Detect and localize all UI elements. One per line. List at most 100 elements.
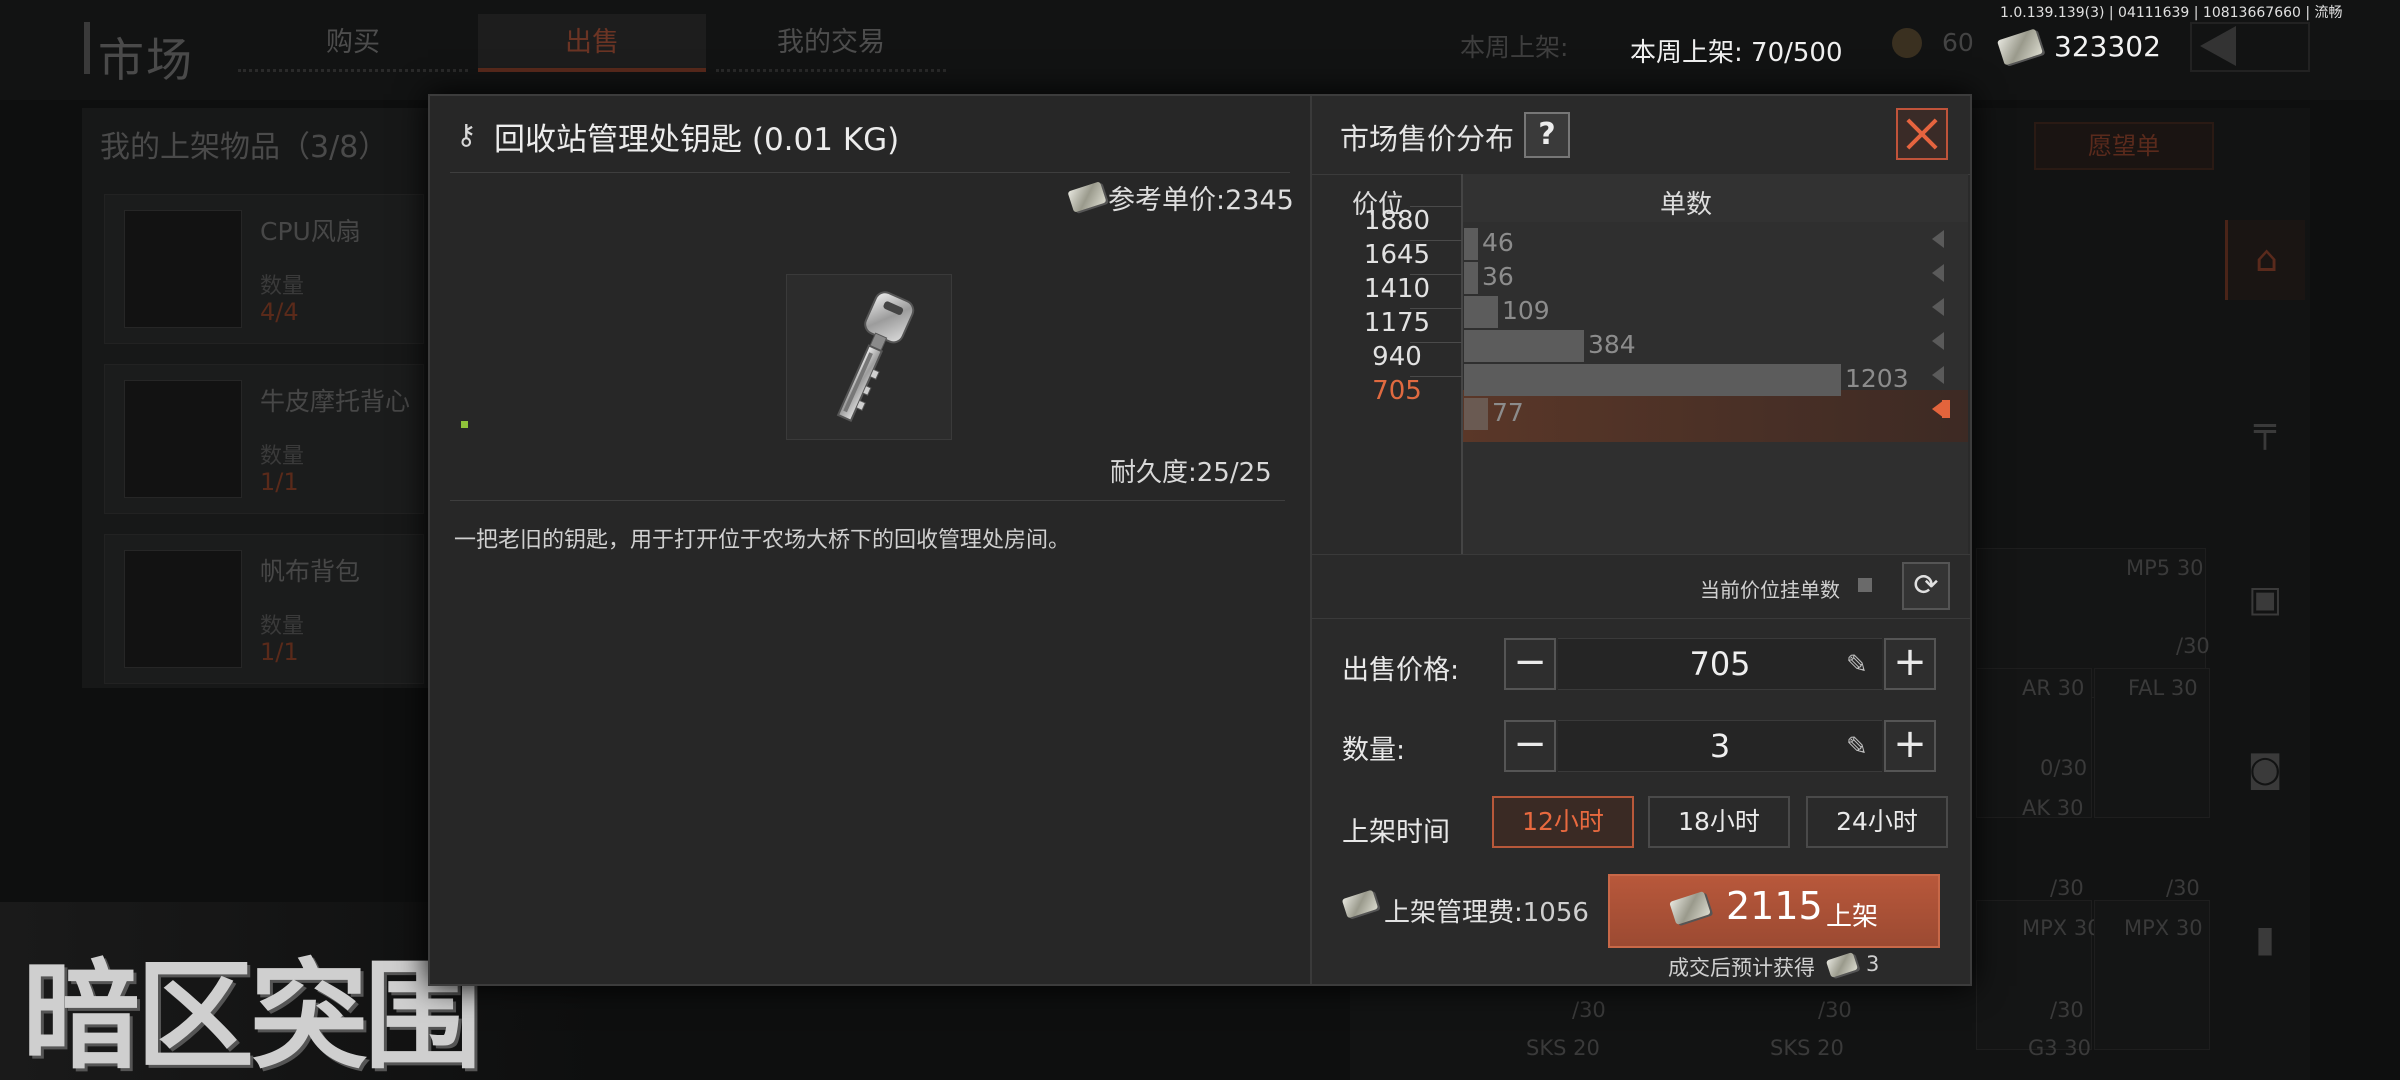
home-icon[interactable]: ⌂ [2225,220,2305,300]
refresh-button[interactable]: ⟳ [1902,562,1950,610]
inventory-cell-label: AR 30 [2022,676,2085,700]
inventory-cell-count: /30 [1818,998,1852,1022]
inventory-cell-count: /30 [2166,876,2200,900]
price-level-label: 1645 [1363,240,1431,270]
count-bar[interactable] [1464,398,1488,430]
rifle-icon[interactable]: ╤ [2225,390,2305,470]
tab-buy[interactable]: 购买 [238,14,468,72]
sell-section-line [1312,618,1970,619]
duration-18h-button[interactable]: 18小时 [1648,796,1790,848]
key-icon [836,291,915,422]
listing-qty-label: 数量 [260,614,305,639]
version-info: 1.0.139.139(3) | 04111639 | 10813667660 … [2000,5,2343,21]
current-price-count-label: 当前价位挂单数 [1700,578,1840,602]
durability-label: 耐久度: [1110,458,1197,488]
money-balance: 323302 [2054,30,2161,63]
tab-sell[interactable]: 出售 [478,14,706,72]
listing-fee: 上架管理费:1056 [1384,892,1589,929]
count-bar[interactable] [1464,262,1478,294]
list-button-label: 上架 [1826,902,1879,932]
coin-count: 60 [1942,28,1974,57]
expected-earnings-label: 成交后预计获得 [1668,956,1815,980]
inventory-cell-label: G3 30 [2028,1036,2092,1060]
expected-earnings-value: 3 [1866,952,1880,976]
minus-icon: − [1513,639,1547,685]
price-distribution-title: 市场售价分布 [1340,122,1515,156]
weekly-listing-label: 本周上架: [1630,38,1743,68]
weekly-listing-bg: 本周上架: [1460,33,1569,62]
item-thumbnail [124,380,242,498]
item-image [786,274,952,440]
durability: 耐久度:25/25 [1110,452,1272,489]
chart-axis [1461,174,1463,554]
pencil-icon[interactable]: ✎ [1846,732,1868,762]
listing-qty: 1/1 [260,638,299,666]
tab-my-trades[interactable]: 我的交易 [716,14,946,72]
count-column-header: 单数 [1660,190,1713,220]
count-bar[interactable] [1464,330,1584,362]
status-dot [461,421,468,428]
duration-12h-button[interactable]: 12小时 [1492,796,1634,848]
count-bar[interactable] [1464,296,1498,328]
row-arrow-icon[interactable] [1932,366,1944,384]
inventory-cell-count: /30 [1572,998,1606,1022]
coin-icon [1892,28,1922,58]
current-price-count-indicator [1858,578,1872,592]
listing-duration-label: 上架时间 [1342,817,1450,848]
ammo-icon[interactable]: ▮ [2225,900,2305,980]
dialog-divider [1310,96,1312,984]
inventory-cell-count: /30 [2176,634,2210,658]
price-decrease-button[interactable]: − [1504,638,1556,690]
weekly-listing-value: 70/500 [1751,38,1843,68]
listing-name: CPU风扇 [260,217,361,246]
weekly-listing: 本周上架: 70/500 [1630,32,1843,69]
vest-icon[interactable]: ▣ [2225,560,2305,640]
wishlist-button[interactable]: 愿望单 [2034,122,2214,170]
row-arrow-icon[interactable] [1932,230,1944,248]
count-bar[interactable] [1464,228,1478,260]
quantity-value: 3 [1709,727,1731,765]
back-arrow-icon [2200,26,2236,66]
price-level-label: 940 [1372,342,1422,372]
my-listings-title: 我的上架物品（3/8） [100,130,389,165]
quantity-increase-button[interactable]: + [1884,720,1936,772]
count-value: 77 [1492,398,1524,427]
close-button[interactable] [1896,108,1948,160]
inventory-cell-label: SKS 20 [1770,1036,1844,1060]
selected-row-indicator-icon [1942,400,1950,418]
help-button[interactable]: ? [1524,112,1570,158]
inventory-cell-count: /30 [2050,998,2084,1022]
sell-price-label: 出售价格: [1342,655,1460,686]
inventory-cell-label: MPX 30 [2022,916,2101,940]
page-title: 市场 [98,33,194,87]
selected-price-row [1462,390,1968,442]
inventory-cell-label: MPX 30 [2124,916,2203,940]
refresh-icon: ⟳ [1913,568,1939,603]
duration-24h-button[interactable]: 24小时 [1806,796,1948,848]
minus-icon: − [1513,721,1547,767]
pencil-icon[interactable]: ✎ [1846,650,1868,680]
row-arrow-icon[interactable] [1932,332,1944,350]
row-arrow-icon[interactable] [1932,264,1944,282]
inventory-cell-label: FAL 30 [2128,676,2198,700]
count-value: 36 [1482,262,1514,291]
row-arrow-icon[interactable] [1932,298,1944,316]
reference-price-label: 参考单价: [1108,185,1226,216]
reference-price: 参考单价:2345 [1108,178,1294,217]
count-bar[interactable] [1464,364,1841,396]
quantity-decrease-button[interactable]: − [1504,720,1556,772]
description-divider [450,500,1285,501]
distribution-bottom-line [1312,554,1970,555]
durability-value: 25/25 [1196,458,1272,488]
shirt-icon[interactable]: ◙ [2225,730,2305,810]
price-increase-button[interactable]: + [1884,638,1936,690]
listing-qty: 4/4 [260,298,299,326]
inventory-cell-label: AK 30 [2022,796,2084,820]
count-value: 384 [1588,330,1636,359]
count-header-band [1462,174,1968,222]
item-title: 回收站管理处钥匙 (0.01 KG) [494,122,900,158]
item-description: 一把老旧的钥匙，用于打开位于农场大桥下的回收管理处房间。 [454,528,1071,553]
inventory-cell-count: /30 [2050,876,2084,900]
count-value: 1203 [1845,364,1909,393]
count-value: 46 [1482,228,1514,257]
